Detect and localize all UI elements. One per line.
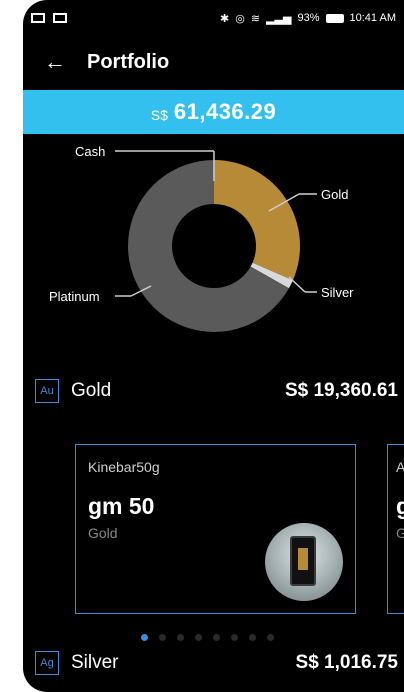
pager-dots	[141, 634, 274, 641]
app-bar: ← Portfolio	[23, 36, 404, 88]
total-banner: S$ 61,436.29	[23, 90, 404, 134]
gmail-icon	[31, 13, 45, 23]
product-metal: Gold	[88, 525, 118, 541]
product-card-next[interactable]: A g G	[387, 444, 404, 614]
screen-icon	[53, 13, 67, 23]
product-quantity: g	[396, 493, 404, 519]
page-title: Portfolio	[87, 50, 170, 73]
pager-dot[interactable]	[213, 634, 220, 641]
label-platinum: Platinum	[49, 289, 100, 304]
label-silver: Silver	[321, 285, 354, 300]
donut-slices	[127, 160, 300, 332]
silver-row[interactable]: Ag Silver S$ 1,016.75	[23, 646, 404, 680]
product-card[interactable]: Kinebar50g gm 50 Gold	[75, 444, 356, 614]
product-metal: G	[396, 525, 404, 541]
pager-dot[interactable]	[177, 634, 184, 641]
silver-symbol-badge: Ag	[35, 651, 59, 675]
phone-screen: ✱ ◎ ≋ ▂▃▅ 93% 10:41 AM ← Portfolio S$ 61…	[23, 0, 404, 692]
product-thumbnail	[265, 523, 343, 601]
pager-dot[interactable]	[231, 634, 238, 641]
bluetooth-icon: ✱	[220, 12, 230, 25]
pager-dot[interactable]	[159, 634, 166, 641]
pager-dot[interactable]	[267, 634, 274, 641]
battery-icon	[325, 13, 344, 23]
slice-gold	[214, 160, 300, 281]
gold-bar-image	[290, 536, 316, 586]
battery-percent: 93%	[297, 12, 320, 24]
gold-row[interactable]: Au Gold S$ 19,360.61	[23, 374, 404, 408]
vibrate-icon: ◎	[235, 12, 245, 25]
gold-name: Gold	[71, 380, 112, 401]
wifi-icon: ≋	[250, 12, 261, 25]
pager-dot[interactable]	[249, 634, 256, 641]
silver-leader	[288, 276, 306, 293]
pager-dot[interactable]	[141, 634, 148, 641]
total-currency: S$	[150, 107, 168, 123]
silver-value: S$ 1,016.75	[295, 652, 398, 673]
label-cash: Cash	[75, 144, 105, 159]
signal-icon: ▂▃▅	[266, 12, 292, 25]
status-bar: ✱ ◎ ≋ ▂▃▅ 93% 10:41 AM	[23, 0, 404, 36]
arrow-left-icon[interactable]: ←	[23, 49, 87, 75]
portfolio-donut-chart: Cash Gold Silver Platinum	[49, 144, 354, 332]
label-gold: Gold	[321, 187, 348, 202]
clock: 10:41 AM	[349, 12, 396, 24]
product-quantity: gm 50	[88, 493, 155, 519]
total-amount: 61,436.29	[173, 99, 277, 124]
silver-name: Silver	[71, 652, 119, 673]
pager-dot[interactable]	[195, 634, 202, 641]
gold-value: S$ 19,360.61	[284, 380, 398, 401]
gold-symbol-badge: Au	[35, 379, 59, 403]
product-name: Kinebar50g	[88, 459, 160, 475]
product-name: A	[396, 459, 404, 475]
